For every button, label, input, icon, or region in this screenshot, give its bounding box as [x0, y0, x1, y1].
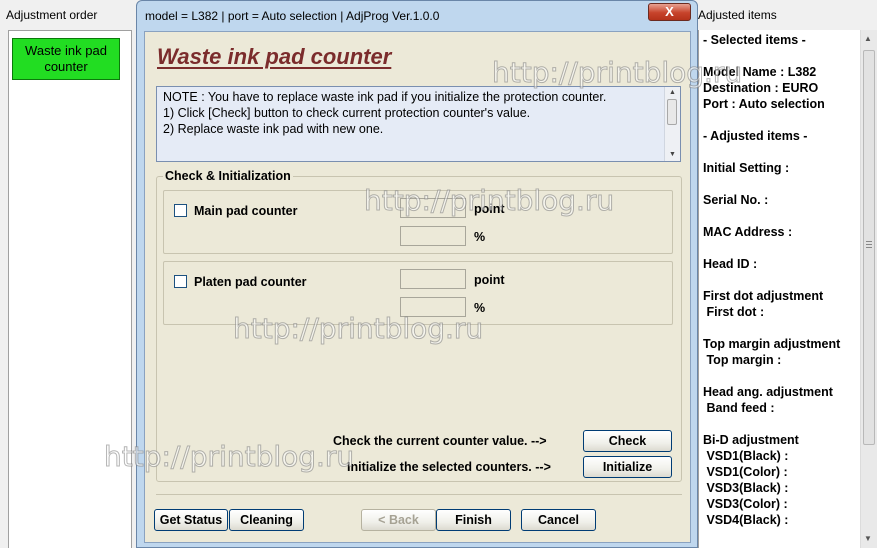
note-text: NOTE : You have to replace waste ink pad…	[163, 90, 607, 136]
initialize-button[interactable]: Initialize	[583, 456, 672, 478]
platen-pad-counter-box: Platen pad counter point %	[163, 261, 673, 325]
platen-pad-label: Platen pad counter	[194, 275, 307, 289]
platen-pad-percent-field	[400, 297, 466, 317]
adjustment-item-label: Waste ink pad counter	[25, 43, 107, 74]
scroll-grip-icon	[866, 241, 872, 248]
scroll-up-icon[interactable]: ▲	[669, 89, 676, 96]
adjusted-items-scrollbar[interactable]: ▲ ▼	[860, 30, 877, 548]
main-pad-label: Main pad counter	[194, 204, 298, 218]
dialog-client-area: Waste ink pad counter NOTE : You have to…	[144, 31, 691, 543]
main-pad-percent-unit: %	[474, 230, 486, 244]
dialog-titlebar[interactable]: model = L382 | port = Auto selection | A…	[137, 1, 697, 31]
dialog-title: model = L382 | port = Auto selection | A…	[145, 9, 440, 23]
scroll-thumb[interactable]	[863, 50, 875, 445]
main-pad-percent-field	[400, 226, 466, 246]
main-pad-counter-box: Main pad counter point %	[163, 190, 673, 254]
adjustment-item-waste-ink-pad[interactable]: Waste ink pad counter	[12, 38, 120, 80]
adjustment-order-title: Adjustment order	[6, 8, 98, 22]
main-pad-point-unit: point	[474, 202, 505, 216]
adjusted-items-panel: Adjusted items - Selected items - Model …	[698, 0, 877, 548]
get-status-button[interactable]: Get Status	[154, 509, 228, 531]
initialize-instruction: Initialize the selected counters. -->	[347, 460, 551, 474]
platen-pad-checkbox[interactable]	[174, 275, 187, 288]
scroll-down-icon[interactable]: ▼	[864, 534, 872, 543]
bottom-divider	[156, 494, 682, 495]
platen-pad-point-unit: point	[474, 273, 505, 287]
adjustment-order-list[interactable]: Waste ink pad counter	[8, 30, 132, 548]
scroll-up-icon[interactable]: ▲	[864, 34, 872, 43]
adjusted-items-list[interactable]: - Selected items - Model Name : L382 Des…	[698, 30, 877, 548]
finish-button[interactable]: Finish	[436, 509, 511, 531]
check-button[interactable]: Check	[583, 430, 672, 452]
platen-pad-point-field	[400, 269, 466, 289]
cleaning-button[interactable]: Cleaning	[229, 509, 304, 531]
adjustment-order-panel: Adjustment order Waste ink pad counter	[0, 0, 136, 548]
adjusted-items-title: Adjusted items	[698, 8, 777, 22]
platen-pad-percent-unit: %	[474, 301, 486, 315]
back-button: < Back	[361, 509, 436, 531]
main-pad-point-field	[400, 198, 466, 218]
scroll-down-icon[interactable]: ▼	[669, 151, 676, 158]
adjusted-items-text: - Selected items - Model Name : L382 Des…	[703, 33, 841, 527]
scroll-thumb[interactable]	[667, 99, 677, 125]
page-title: Waste ink pad counter	[157, 44, 392, 69]
check-instruction: Check the current counter value. -->	[333, 434, 547, 448]
note-box[interactable]: NOTE : You have to replace waste ink pad…	[156, 86, 681, 162]
note-scrollbar[interactable]: ▲ ▼	[664, 87, 680, 161]
cancel-button[interactable]: Cancel	[521, 509, 596, 531]
main-pad-checkbox[interactable]	[174, 204, 187, 217]
adjprog-dialog: model = L382 | port = Auto selection | A…	[136, 0, 698, 548]
close-button[interactable]: X	[648, 3, 691, 21]
close-icon: X	[665, 4, 674, 19]
check-initialization-legend: Check & Initialization	[163, 169, 293, 183]
